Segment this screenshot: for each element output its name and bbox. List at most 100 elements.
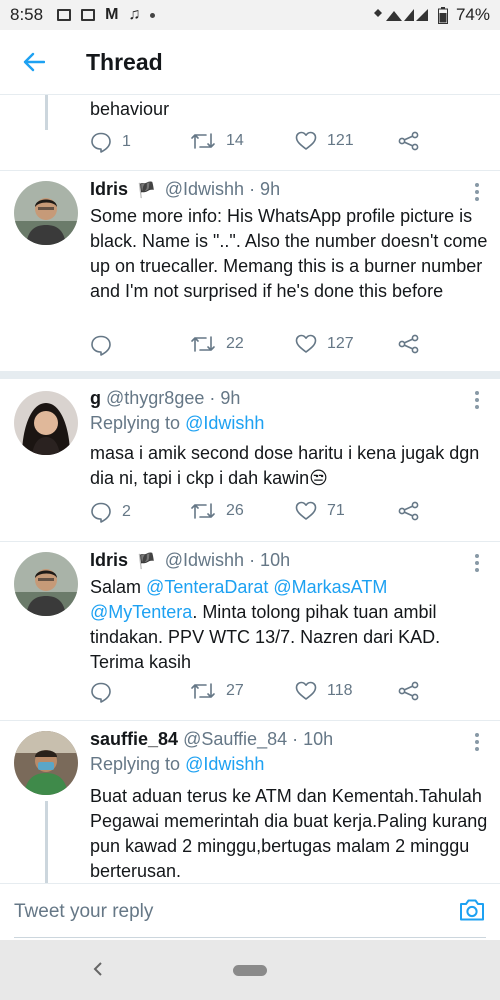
retweet-button[interactable]: 27 <box>190 681 244 701</box>
reply-button[interactable] <box>90 681 122 703</box>
flag-icon: 🏴 <box>137 553 156 570</box>
tweet-header: g @thygr8gee · 9h <box>90 388 240 409</box>
share-icon <box>398 131 419 151</box>
more-options-button[interactable] <box>474 554 480 572</box>
author-handle[interactable]: @Sauffie_84 <box>183 729 287 749</box>
system-icons: 74% <box>372 5 490 25</box>
tweet-header: Idris 🏴 @Idwishh · 9h <box>90 179 280 200</box>
thread-content[interactable]: behaviour 1 14 121 Idris 🏴 @Idwishh · 9h… <box>0 95 500 883</box>
avatar[interactable] <box>14 731 78 795</box>
like-button[interactable]: 118 <box>295 681 353 701</box>
reply-button[interactable] <box>90 334 122 356</box>
author-name[interactable]: Idris <box>90 179 128 199</box>
tweet-actions: 2 26 71 <box>90 501 490 529</box>
more-options-button[interactable] <box>474 733 480 751</box>
retweet-button[interactable]: 14 <box>190 131 244 151</box>
camera-icon <box>460 899 484 921</box>
author-name[interactable]: g <box>90 388 101 408</box>
tweet-time: · 10h <box>292 729 334 749</box>
gmail-icon: M <box>105 6 119 23</box>
tweet-actions: 1 14 121 <box>90 131 490 159</box>
tweet-text: masa i amik second dose haritu i kena ju… <box>90 443 480 488</box>
avatar[interactable] <box>14 181 78 245</box>
retweet-button[interactable]: 22 <box>190 334 244 354</box>
reply-icon <box>91 132 111 153</box>
back-button[interactable] <box>14 42 54 82</box>
mention-link[interactable]: @MyTentera <box>90 602 192 622</box>
tweet-time: · 9h <box>249 179 281 199</box>
like-count: 71 <box>327 502 345 519</box>
replying-to-link[interactable]: @Idwishh <box>185 413 264 433</box>
tweet-partial[interactable]: behaviour 1 14 121 <box>0 95 500 173</box>
battery-icon <box>437 6 448 24</box>
reply-button[interactable]: 1 <box>90 131 131 153</box>
tweet[interactable]: Idris 🏴 @Idwishh · 10h Salam @TenteraDar… <box>0 542 500 718</box>
tweet[interactable]: sauffie_84 @Sauffie_84 · 10h Replying to… <box>0 721 500 883</box>
section-divider <box>0 371 500 379</box>
share-button[interactable] <box>398 131 420 151</box>
more-options-button[interactable] <box>474 183 480 201</box>
more-options-button[interactable] <box>474 391 480 409</box>
tweet-header: Idris 🏴 @Idwishh · 10h <box>90 550 290 571</box>
avatar[interactable] <box>14 391 78 455</box>
share-button[interactable] <box>398 681 420 701</box>
reply-icon <box>91 682 111 703</box>
mention-link[interactable]: @MarkasATM <box>273 577 387 597</box>
author-handle[interactable]: @thygr8gee <box>106 388 204 408</box>
replying-to-link[interactable]: @Idwishh <box>185 754 264 774</box>
like-button[interactable]: 121 <box>295 131 354 151</box>
like-count: 127 <box>327 335 354 352</box>
tweet[interactable]: Idris 🏴 @Idwishh · 9h Some more info: Hi… <box>0 171 500 367</box>
arrow-left-icon <box>23 52 45 72</box>
retweet-count: 26 <box>226 502 244 519</box>
heart-icon <box>295 501 317 520</box>
replying-to: Replying to @Idwishh <box>90 754 264 775</box>
home-pill[interactable] <box>233 964 267 976</box>
reply-input[interactable]: Tweet your reply <box>14 901 153 923</box>
like-count: 118 <box>327 682 353 699</box>
retweet-icon <box>191 503 215 519</box>
avatar[interactable] <box>14 552 78 616</box>
reply-button[interactable]: 2 <box>90 501 131 523</box>
retweet-icon <box>191 336 215 352</box>
author-name[interactable]: sauffie_84 <box>90 729 178 749</box>
mention-link[interactable]: @TenteraDarat <box>146 577 268 597</box>
tweet-text: behaviour <box>90 99 170 119</box>
battery-level: 74% <box>455 5 490 24</box>
reply-icon <box>91 335 111 356</box>
music-icon: ♫ <box>128 6 141 23</box>
chevron-left-icon[interactable] <box>92 960 104 978</box>
retweet-button[interactable]: 26 <box>190 501 244 521</box>
tweet-time: · 9h <box>209 388 241 408</box>
tweet-text: Buat aduan terus ke ATM dan Kementah.Tah… <box>90 786 488 881</box>
app-header: Thread <box>0 30 500 95</box>
author-handle[interactable]: @Idwishh <box>165 179 244 199</box>
message-icon <box>57 9 72 21</box>
reply-underline <box>14 937 486 938</box>
share-icon <box>398 501 419 521</box>
heart-icon <box>295 131 317 150</box>
reply-bar[interactable]: Tweet your reply <box>0 883 500 940</box>
tweet-text: Some more info: His WhatsApp profile pic… <box>90 206 488 301</box>
author-handle[interactable]: @Idwishh <box>165 550 244 570</box>
share-button[interactable] <box>398 334 420 354</box>
like-button[interactable]: 71 <box>295 501 345 521</box>
tweet-header: sauffie_84 @Sauffie_84 · 10h <box>90 729 333 750</box>
replying-label: Replying to <box>90 413 181 433</box>
system-nav-bar <box>0 940 500 1000</box>
like-count: 121 <box>327 132 354 149</box>
share-icon <box>398 334 419 354</box>
author-name[interactable]: Idris <box>90 550 128 570</box>
share-button[interactable] <box>398 501 420 521</box>
reply-count: 1 <box>122 133 131 150</box>
add-photo-button[interactable] <box>458 898 486 927</box>
share-icon <box>398 681 419 701</box>
thread-connector-line <box>45 801 48 883</box>
replying-label: Replying to <box>90 754 181 774</box>
like-button[interactable]: 127 <box>295 334 354 354</box>
page-title: Thread <box>86 48 163 75</box>
reply-icon <box>91 502 111 523</box>
retweet-count: 27 <box>226 682 244 699</box>
thread-connector-line <box>45 95 48 130</box>
tweet[interactable]: g @thygr8gee · 9h Replying to @Idwishh m… <box>0 379 500 535</box>
